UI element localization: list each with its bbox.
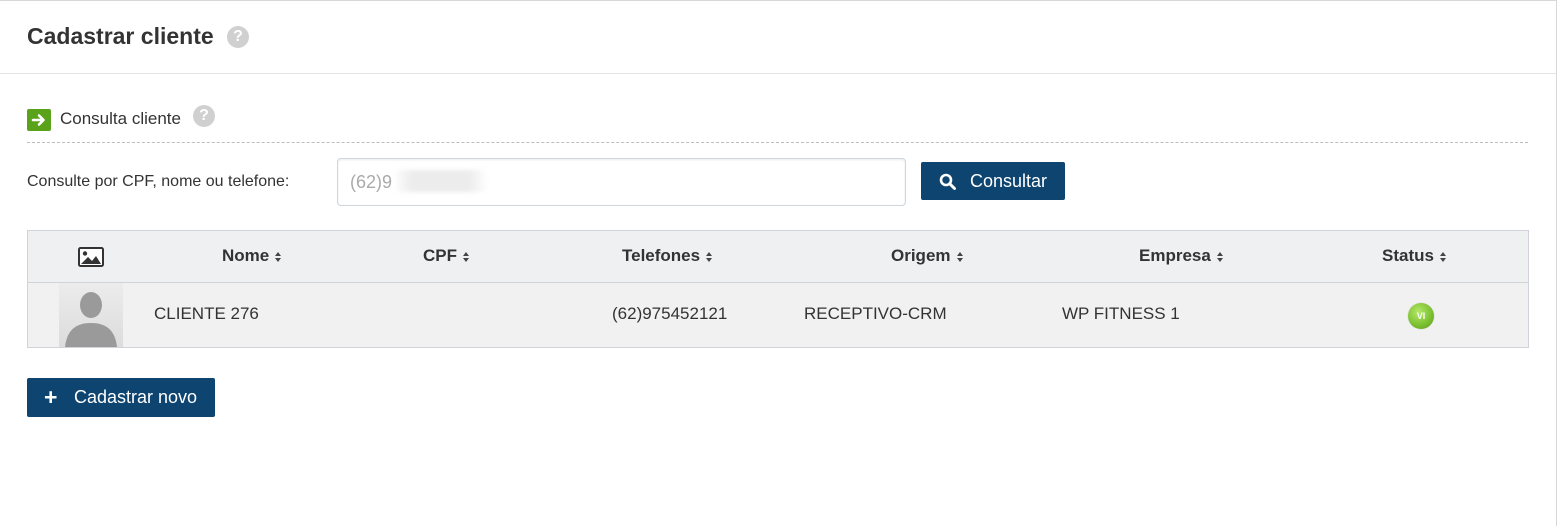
section-header: Consulta cliente ? xyxy=(27,105,1528,143)
cell-origem: RECEPTIVO-CRM xyxy=(804,304,947,323)
cadastrar-novo-label: Cadastrar novo xyxy=(74,387,198,407)
cell-telefones: (62)975452121 xyxy=(612,304,728,323)
image-icon xyxy=(78,247,104,272)
search-icon xyxy=(939,173,956,190)
plus-icon: + xyxy=(44,384,58,410)
cadastrar-novo-button[interactable]: + Cadastrar novo xyxy=(27,378,215,417)
consultar-button-label: Consultar xyxy=(970,171,1048,191)
column-header-label: Telefones xyxy=(622,246,701,265)
sort-icon xyxy=(1216,251,1224,263)
sort-icon xyxy=(462,251,470,263)
column-header-telefones[interactable]: Telefones xyxy=(622,246,713,266)
cell-empresa: WP FITNESS 1 xyxy=(1062,304,1180,323)
sort-icon xyxy=(1439,251,1447,263)
sort-icon xyxy=(274,251,282,263)
column-header-empresa[interactable]: Empresa xyxy=(1139,246,1224,266)
page-header: Cadastrar cliente ? xyxy=(0,1,1556,74)
consultar-button[interactable]: Consultar xyxy=(921,162,1065,200)
column-header-label: Status xyxy=(1382,246,1434,265)
column-header-label: CPF xyxy=(423,246,457,265)
table-row[interactable]: CLIENTE 276 (62)975452121 RECEPTIVO-CRM … xyxy=(28,283,1528,347)
page-title: Cadastrar cliente xyxy=(27,23,214,49)
arrow-right-icon xyxy=(27,109,51,131)
status-badge: VI xyxy=(1408,303,1434,329)
column-header-cpf[interactable]: CPF xyxy=(423,246,470,266)
column-header-label: Empresa xyxy=(1139,246,1211,265)
section-title: Consulta cliente xyxy=(60,109,181,128)
sort-icon xyxy=(705,251,713,263)
column-header-origem[interactable]: Origem xyxy=(891,246,964,266)
table-header: Nome CPF Telefones Origem Empresa Status xyxy=(28,231,1528,283)
help-icon[interactable]: ? xyxy=(227,26,249,48)
help-icon[interactable]: ? xyxy=(193,105,215,127)
column-header-label: Origem xyxy=(891,246,951,265)
sort-icon xyxy=(956,251,964,263)
column-header-nome[interactable]: Nome xyxy=(222,246,282,266)
redacted-text-mask xyxy=(393,170,488,192)
page-frame: Cadastrar cliente ? Consulta cliente ? C… xyxy=(0,0,1557,526)
column-header-status[interactable]: Status xyxy=(1382,246,1447,266)
column-header-label: Nome xyxy=(222,246,270,265)
cell-nome: CLIENTE 276 xyxy=(154,304,259,323)
user-silhouette-icon xyxy=(59,283,123,347)
clients-table: Nome CPF Telefones Origem Empresa Status xyxy=(27,230,1529,348)
search-label: Consulte por CPF, nome ou telefone: xyxy=(27,173,290,190)
